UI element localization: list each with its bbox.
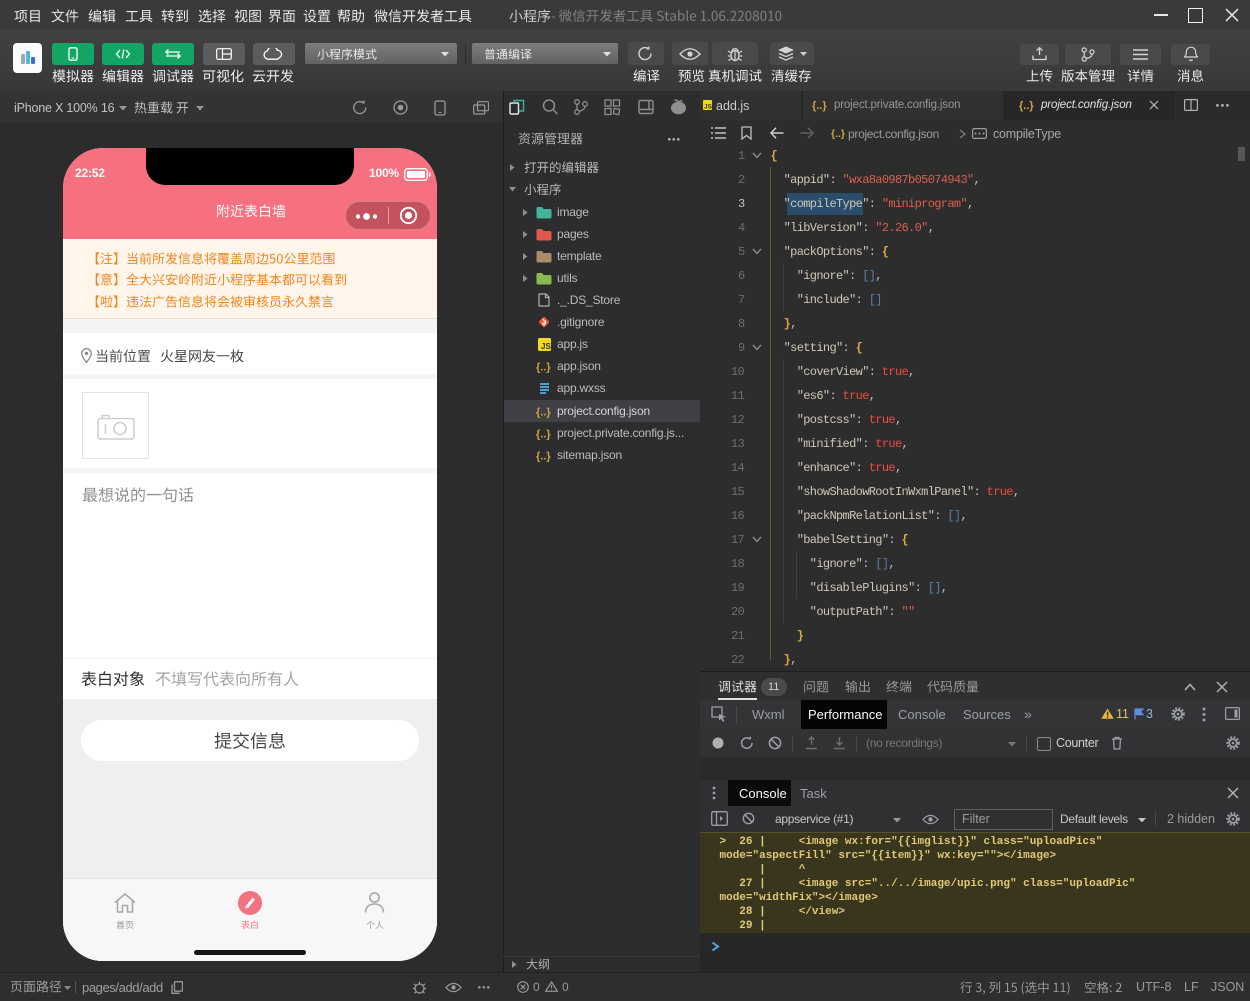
svg-text:{..}: {..} <box>536 362 551 374</box>
svg-text:{..}: {..} <box>536 429 551 441</box>
svg-text:{..}: {..} <box>536 407 551 419</box>
svg-text:JS: JS <box>541 342 551 351</box>
svg-text:{..}: {..} <box>536 451 551 463</box>
svg-text:JS: JS <box>704 104 712 111</box>
